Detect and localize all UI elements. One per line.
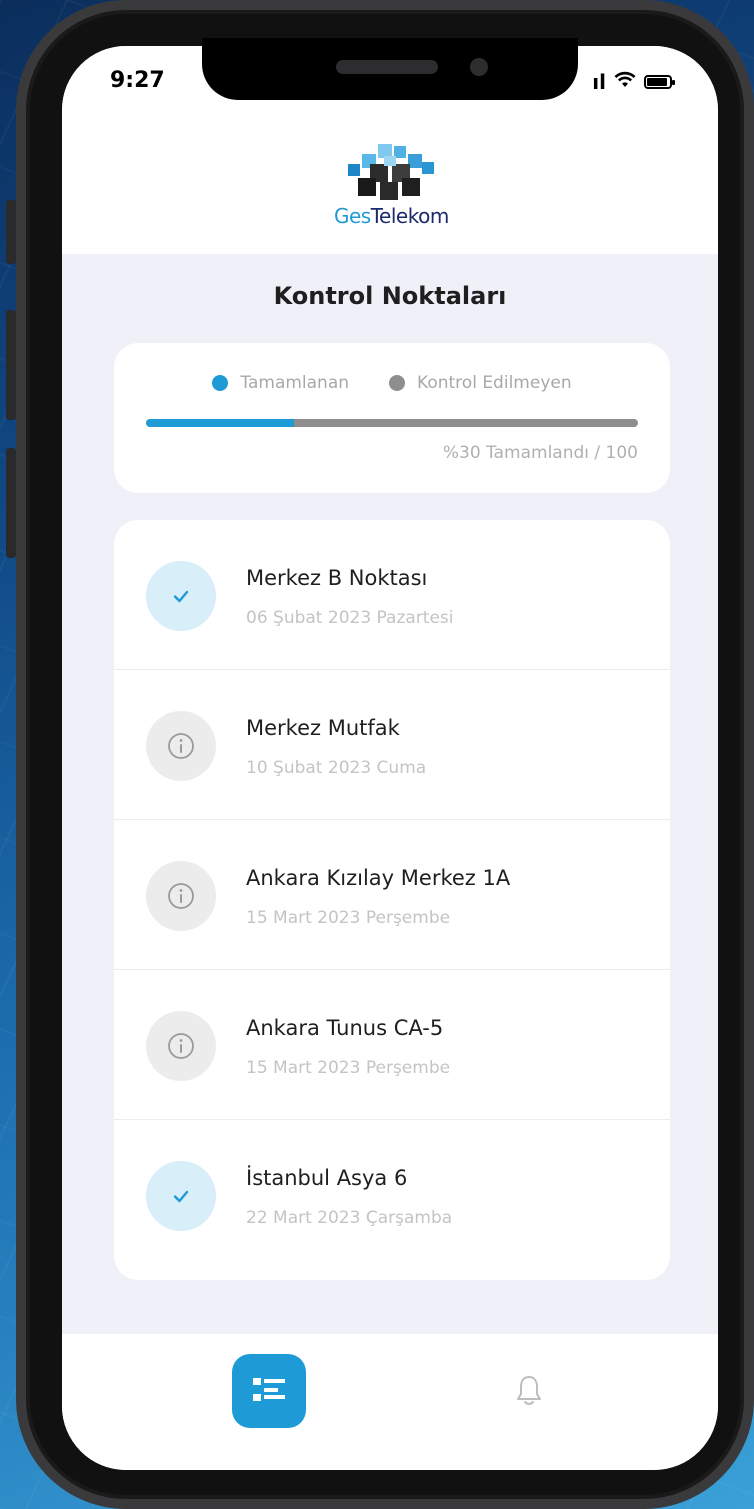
checkpoint-date: 06 Şubat 2023 Pazartesi [246,608,454,628]
battery-icon [644,75,675,89]
checkpoint-date: 15 Mart 2023 Perşembe [246,908,451,928]
progress-bar [146,419,638,427]
mute-switch [6,200,16,264]
status-circle [146,861,216,931]
volume-up-button [6,310,16,420]
checkpoint-date: 15 Mart 2023 Perşembe [246,1058,451,1078]
status-time: 9:27 [110,68,165,93]
info-icon [168,1033,194,1059]
front-camera [470,58,488,76]
app-screen: 9:27 ıl GesTelekom Kontrol Noktaları Tam… [62,46,718,1470]
nav-list-button[interactable] [232,1354,306,1428]
logo-text: GesTelekom [334,204,449,228]
progress-card: Tamamlanan Kontrol Edilmeyen %30 Tamamla… [114,343,670,493]
gestelekom-logo: GesTelekom [334,142,449,232]
bell-icon [517,1376,541,1405]
checkpoint-title: Ankara Kızılay Merkez 1A [246,866,511,890]
check-icon [173,1190,189,1203]
unchecked-dot-icon [389,375,406,391]
volume-down-button [6,448,16,558]
checkpoint-title: Merkez B Noktası [246,566,428,590]
info-icon [168,883,194,909]
speaker-grille [336,60,438,74]
checkpoint-title: Merkez Mutfak [246,716,400,740]
completed-dot-icon [212,375,229,391]
checkpoint-title: Ankara Tunus CA-5 [246,1016,444,1040]
wifi-icon [614,70,636,94]
status-icons: ıl [592,70,675,94]
checkpoint-date: 10 Şubat 2023 Cuma [246,758,427,778]
nav-notifications-button[interactable] [514,1374,544,1408]
progress-caption: %30 Tamamlandı / 100 [442,443,638,463]
checkpoint-list: Merkez B Noktası 06 Şubat 2023 Pazartesi… [114,520,670,1280]
list-item[interactable]: Ankara Tunus CA-5 15 Mart 2023 Perşembe [114,970,670,1120]
progress-bar-fill [146,419,294,427]
list-item[interactable]: Merkez Mutfak 10 Şubat 2023 Cuma [114,670,670,820]
checkpoint-title: İstanbul Asya 6 [246,1166,408,1190]
cubes-logo-icon [348,144,434,200]
list-icon [253,1378,285,1401]
signal-icon: ıl [592,70,606,94]
progress-legend: Tamamlanan Kontrol Edilmeyen [114,373,670,393]
status-circle [146,711,216,781]
status-circle [146,1011,216,1081]
list-item[interactable]: Ankara Kızılay Merkez 1A 15 Mart 2023 Pe… [114,820,670,970]
info-icon [168,733,194,759]
list-item[interactable]: İstanbul Asya 6 22 Mart 2023 Çarşamba [114,1120,670,1270]
legend-unchecked: Kontrol Edilmeyen [389,373,572,393]
phone-notch [202,38,578,100]
list-item[interactable]: Merkez B Noktası 06 Şubat 2023 Pazartesi [114,520,670,670]
check-icon [173,590,189,603]
legend-completed: Tamamlanan [212,373,349,393]
bottom-nav [62,1334,718,1470]
page-title: Kontrol Noktaları [273,282,507,310]
status-circle [146,1161,216,1231]
status-circle [146,561,216,631]
checkpoint-date: 22 Mart 2023 Çarşamba [246,1208,453,1228]
